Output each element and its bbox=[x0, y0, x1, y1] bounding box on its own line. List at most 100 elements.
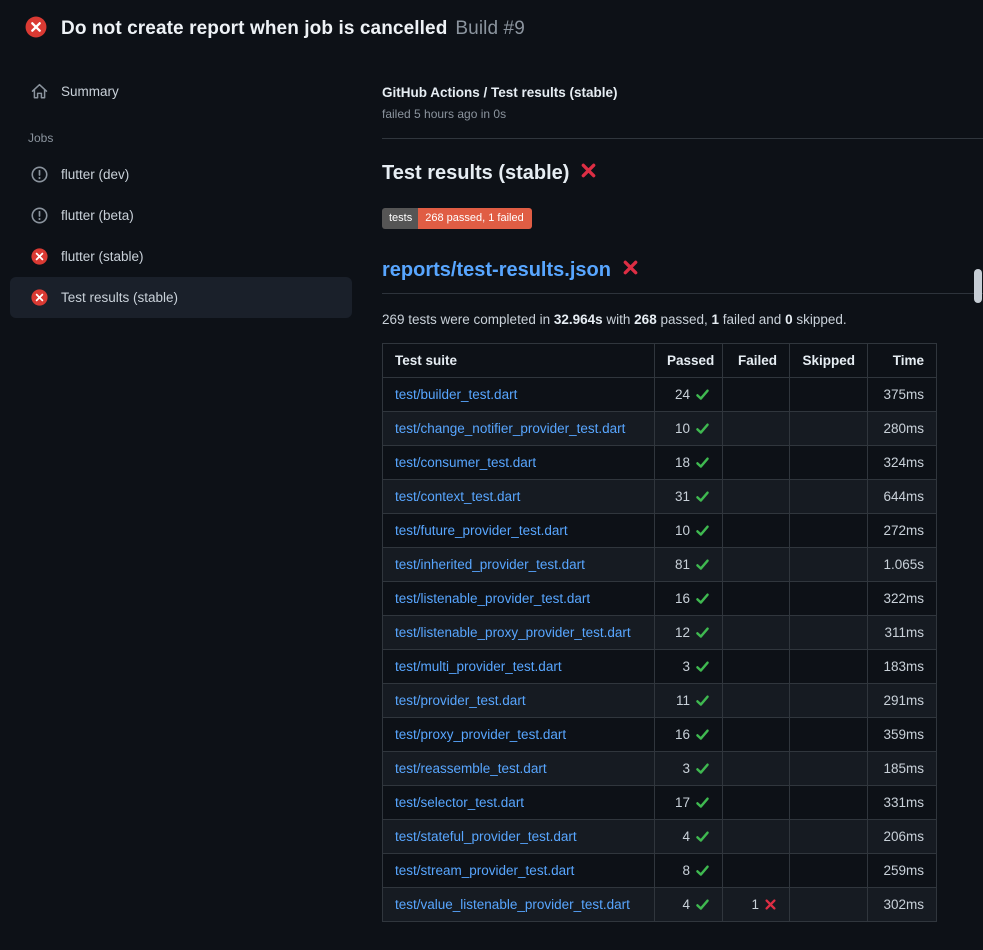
failed-cell bbox=[723, 854, 790, 888]
passed-cell: 24 bbox=[655, 378, 723, 412]
summary-passed-count: 268 bbox=[634, 312, 657, 327]
table-row: test/stream_provider_test.dart8259ms bbox=[383, 854, 937, 888]
page-title: Do not create report when job is cancell… bbox=[61, 18, 525, 40]
suite-cell: test/proxy_provider_test.dart bbox=[383, 718, 655, 752]
test-suite-link[interactable]: test/builder_test.dart bbox=[395, 387, 517, 402]
time-cell: 206ms bbox=[868, 820, 937, 854]
breadcrumb: GitHub Actions / Test results (stable) bbox=[382, 85, 983, 100]
table-row: test/multi_provider_test.dart3183ms bbox=[383, 650, 937, 684]
build-title: Do not create report when job is cancell… bbox=[61, 18, 447, 39]
time-cell: 1.065s bbox=[868, 548, 937, 582]
test-suite-link[interactable]: test/inherited_provider_test.dart bbox=[395, 557, 585, 572]
sidebar-summary-label: Summary bbox=[61, 84, 119, 99]
test-suite-link[interactable]: test/stateful_provider_test.dart bbox=[395, 829, 577, 844]
cross-icon bbox=[764, 898, 777, 911]
tests-status-badge: tests 268 passed, 1 failed bbox=[382, 208, 532, 229]
tests-summary-line: 269 tests were completed in 32.964s with… bbox=[382, 312, 983, 327]
passed-cell: 4 bbox=[655, 888, 723, 922]
skipped-cell bbox=[790, 684, 868, 718]
passed-cell: 17 bbox=[655, 786, 723, 820]
check-icon bbox=[695, 727, 710, 742]
col-skipped: Skipped bbox=[790, 344, 868, 378]
skipped-cell bbox=[790, 446, 868, 480]
test-suite-link[interactable]: test/reassemble_test.dart bbox=[395, 761, 547, 776]
home-icon bbox=[31, 83, 48, 100]
passed-cell: 12 bbox=[655, 616, 723, 650]
job-label: flutter (dev) bbox=[61, 167, 129, 182]
skipped-cell bbox=[790, 650, 868, 684]
check-icon bbox=[695, 761, 710, 776]
col-failed: Failed bbox=[723, 344, 790, 378]
time-cell: 185ms bbox=[868, 752, 937, 786]
summary-failed-count: 1 bbox=[712, 312, 720, 327]
skipped-cell bbox=[790, 480, 868, 514]
sidebar-item-flutter-dev[interactable]: flutter (dev) bbox=[10, 154, 352, 195]
badge-label: tests bbox=[382, 208, 418, 229]
time-cell: 375ms bbox=[868, 378, 937, 412]
failed-cell bbox=[723, 582, 790, 616]
test-suite-link[interactable]: test/change_notifier_provider_test.dart bbox=[395, 421, 625, 436]
failed-cell bbox=[723, 446, 790, 480]
report-title: reports/test-results.json bbox=[382, 259, 983, 294]
sidebar-item-flutter-beta[interactable]: flutter (beta) bbox=[10, 195, 352, 236]
check-icon bbox=[695, 387, 710, 402]
passed-cell: 10 bbox=[655, 412, 723, 446]
test-suite-link[interactable]: test/proxy_provider_test.dart bbox=[395, 727, 566, 742]
test-suite-link[interactable]: test/multi_provider_test.dart bbox=[395, 659, 562, 674]
check-icon bbox=[695, 421, 710, 436]
failed-cell bbox=[723, 786, 790, 820]
test-suite-link[interactable]: test/provider_test.dart bbox=[395, 693, 526, 708]
table-row: test/value_listenable_provider_test.dart… bbox=[383, 888, 937, 922]
check-icon bbox=[695, 489, 710, 504]
test-suite-link[interactable]: test/stream_provider_test.dart bbox=[395, 863, 574, 878]
warning-circle-icon bbox=[31, 166, 48, 183]
table-row: test/consumer_test.dart 18 324ms bbox=[383, 446, 937, 480]
table-header-row: Test suite Passed Failed Skipped Time bbox=[383, 344, 937, 378]
test-suite-link[interactable]: test/selector_test.dart bbox=[395, 795, 524, 810]
sidebar-item-flutter-stable[interactable]: flutter (stable) bbox=[10, 236, 352, 277]
skipped-cell bbox=[790, 888, 868, 922]
skipped-cell bbox=[790, 786, 868, 820]
time-cell: 183ms bbox=[868, 650, 937, 684]
time-cell: 259ms bbox=[868, 854, 937, 888]
table-row: test/context_test.dart31644ms bbox=[383, 480, 937, 514]
skipped-cell bbox=[790, 412, 868, 446]
check-icon bbox=[695, 795, 710, 810]
table-row: test/proxy_provider_test.dart16359ms bbox=[383, 718, 937, 752]
test-suite-link[interactable]: test/context_test.dart bbox=[395, 489, 520, 504]
failed-circle-icon bbox=[31, 289, 48, 306]
test-suite-link[interactable]: test/value_listenable_provider_test.dart bbox=[395, 897, 630, 912]
summary-duration: 32.964s bbox=[554, 312, 603, 327]
time-cell: 272ms bbox=[868, 514, 937, 548]
failed-cell bbox=[723, 684, 790, 718]
test-suite-link[interactable]: test/consumer_test.dart bbox=[395, 455, 536, 470]
check-icon bbox=[695, 863, 710, 878]
suite-cell: test/builder_test.dart bbox=[383, 378, 655, 412]
table-row: test/selector_test.dart17331ms bbox=[383, 786, 937, 820]
test-suite-link[interactable]: test/listenable_provider_test.dart bbox=[395, 591, 590, 606]
suite-cell: test/inherited_provider_test.dart bbox=[383, 548, 655, 582]
run-status-line: failed 5 hours ago in 0s bbox=[382, 107, 983, 121]
badge-value: 268 passed, 1 failed bbox=[418, 208, 531, 229]
time-cell: 359ms bbox=[868, 718, 937, 752]
sidebar-item-summary[interactable]: Summary bbox=[0, 73, 382, 110]
sidebar-item-test-results-stable[interactable]: Test results (stable) bbox=[10, 277, 352, 318]
passed-cell: 18 bbox=[655, 446, 723, 480]
test-suite-link[interactable]: test/future_provider_test.dart bbox=[395, 523, 568, 538]
report-file-link[interactable]: reports/test-results.json bbox=[382, 259, 611, 282]
failed-cell bbox=[723, 650, 790, 684]
passed-cell: 4 bbox=[655, 820, 723, 854]
time-cell: 644ms bbox=[868, 480, 937, 514]
job-label: Test results (stable) bbox=[61, 290, 178, 305]
table-row: test/stateful_provider_test.dart 4 206ms bbox=[383, 820, 937, 854]
passed-cell: 3 bbox=[655, 752, 723, 786]
check-icon bbox=[695, 829, 710, 844]
time-cell: 280ms bbox=[868, 412, 937, 446]
vertical-scrollbar-thumb[interactable] bbox=[974, 269, 982, 303]
test-suite-link[interactable]: test/listenable_proxy_provider_test.dart bbox=[395, 625, 631, 640]
page-header: Do not create report when job is cancell… bbox=[0, 0, 983, 49]
section-title-text: Test results (stable) bbox=[382, 162, 569, 185]
jobs-heading: Jobs bbox=[0, 110, 382, 154]
time-cell: 324ms bbox=[868, 446, 937, 480]
failed-cell bbox=[723, 820, 790, 854]
